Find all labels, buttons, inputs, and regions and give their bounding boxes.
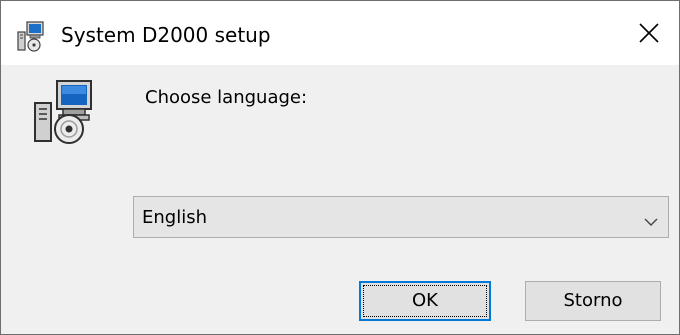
cancel-button-label: Storno [563,290,623,311]
setup-dialog-window: System D2000 setup Choose language: Engl… [0,0,680,335]
close-button[interactable] [617,1,679,65]
cancel-button[interactable]: Storno [525,281,661,321]
chevron-down-icon [644,212,658,226]
ok-button[interactable]: OK [359,281,491,321]
language-select[interactable]: English [133,196,669,238]
choose-language-label: Choose language: [145,87,308,108]
setup-app-icon [15,20,47,52]
focus-indicator [363,285,487,317]
language-select-value: English [142,207,207,228]
setup-cd-computer-icon [31,77,97,145]
window-title: System D2000 setup [61,23,271,47]
title-bar[interactable]: System D2000 setup [1,1,679,65]
